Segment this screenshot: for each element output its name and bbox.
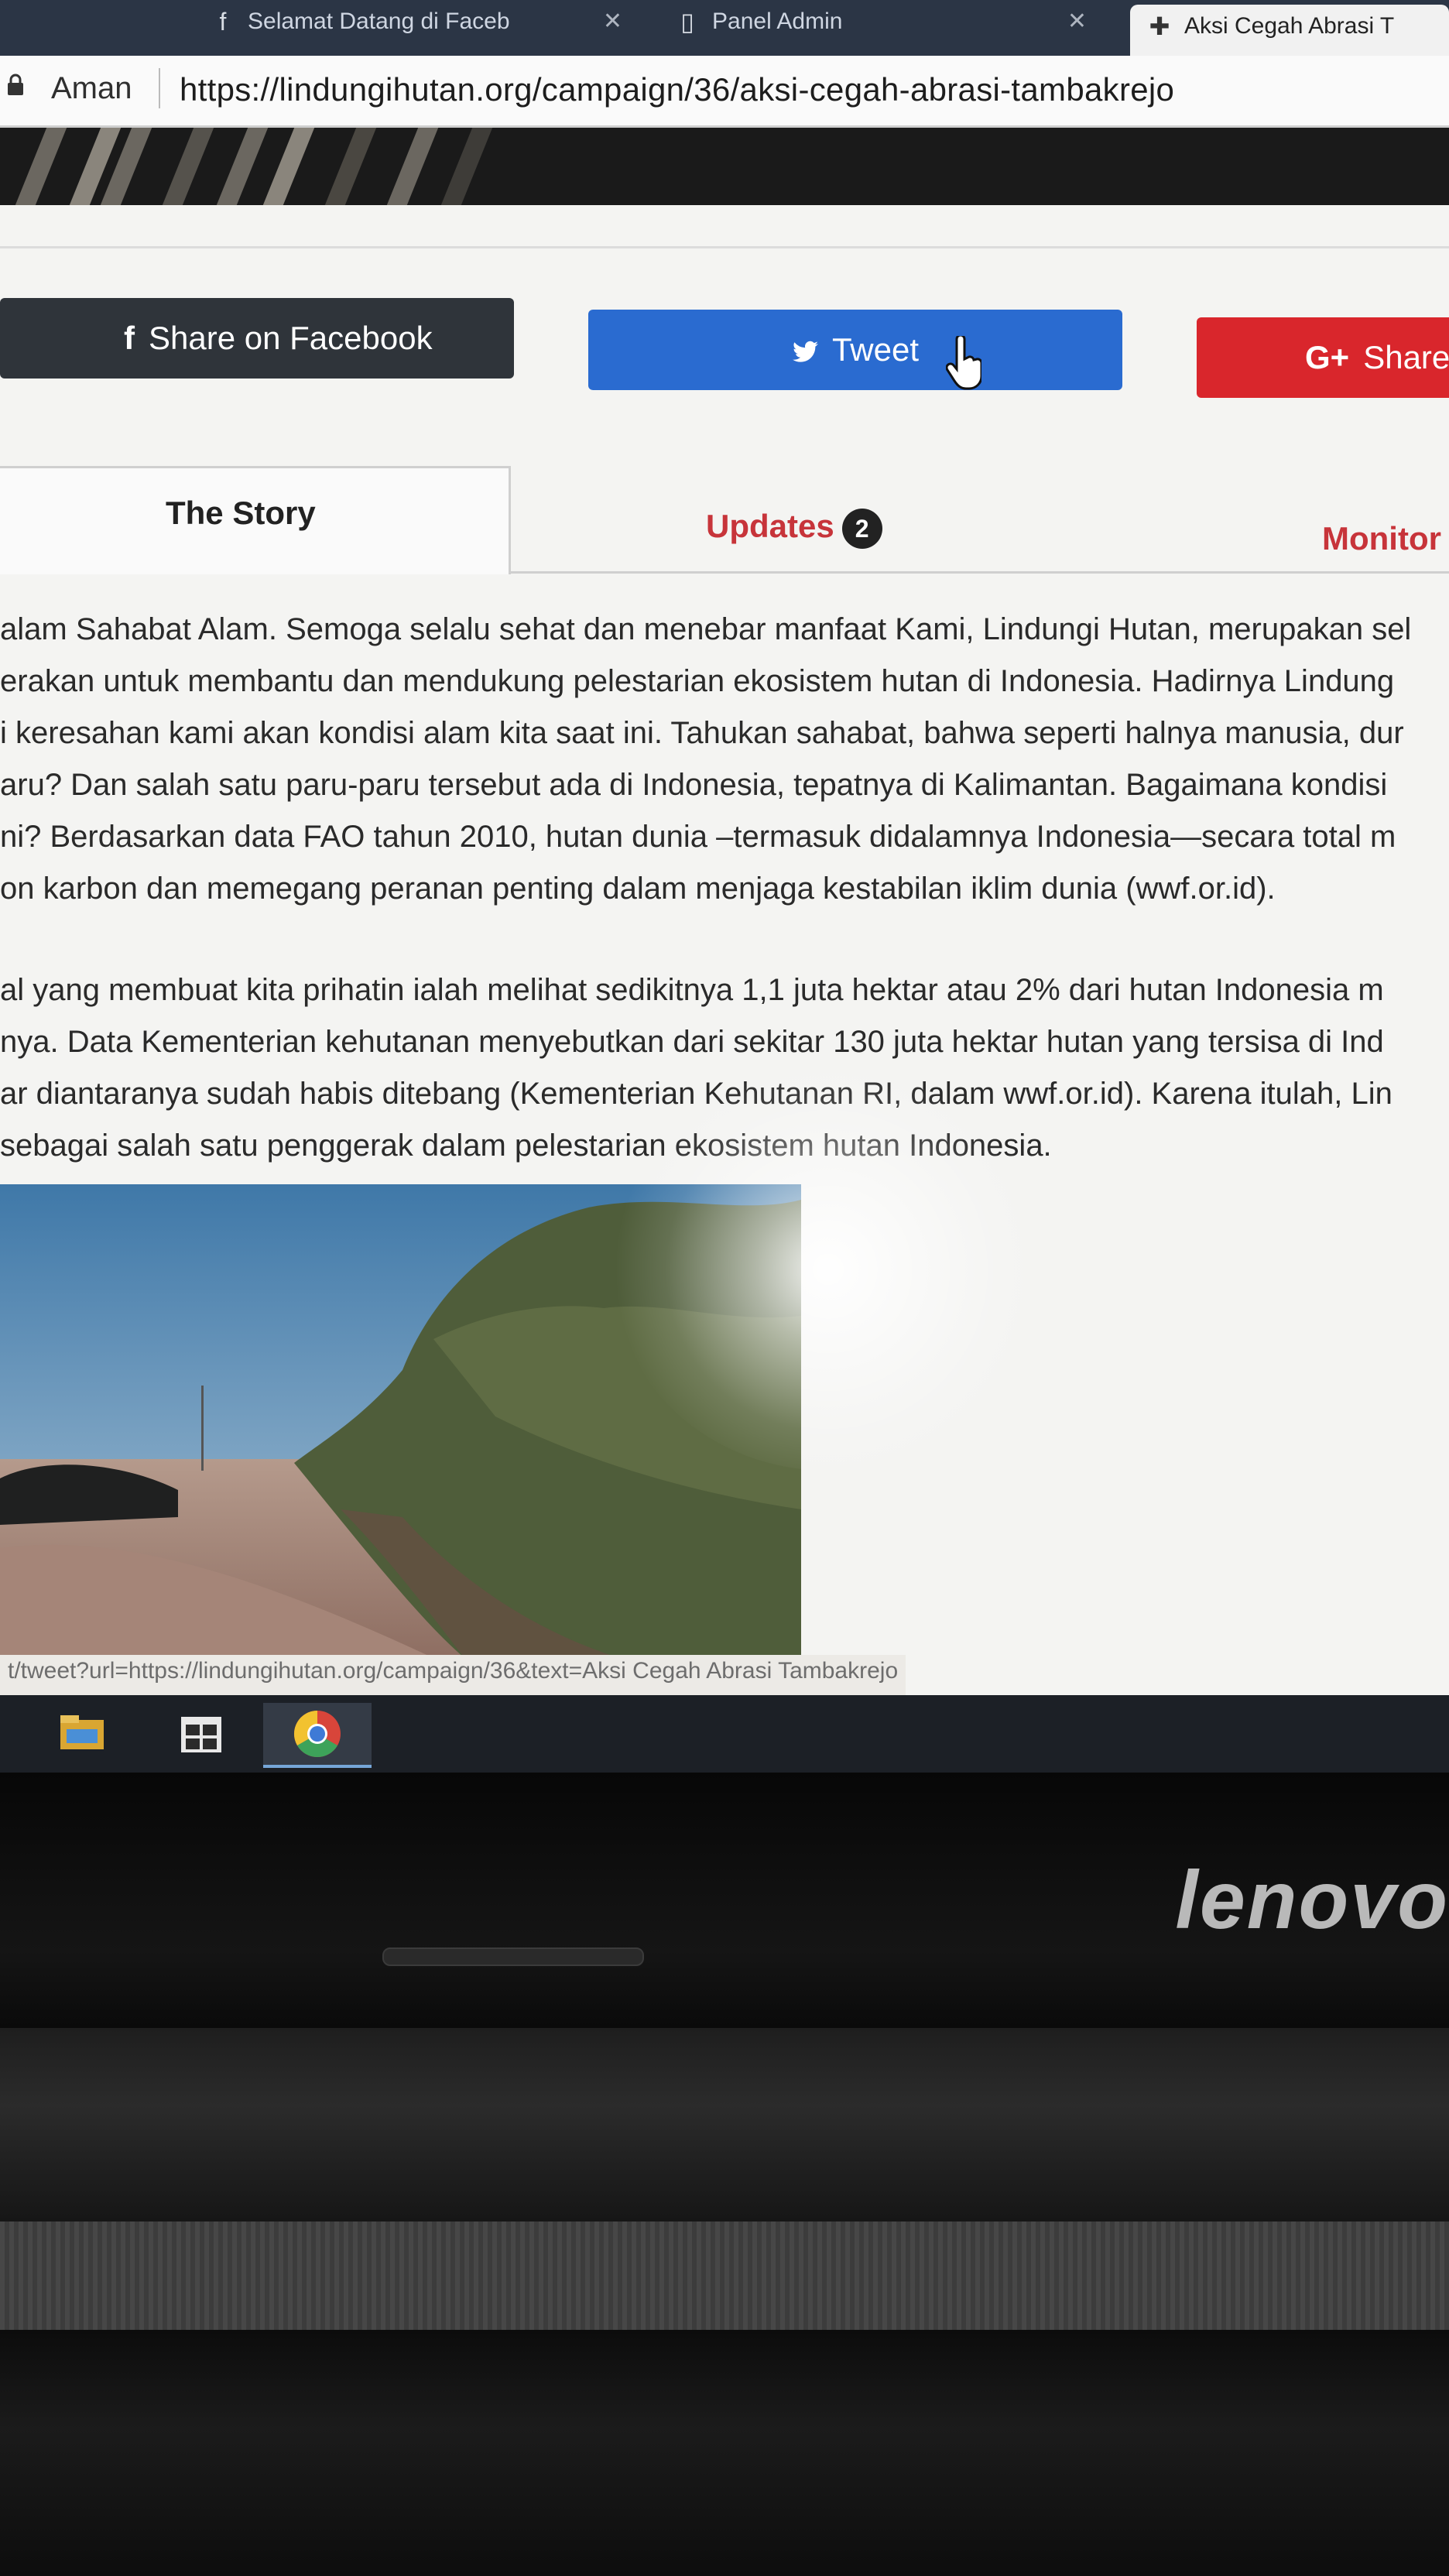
tab-monitor[interactable]: Monitor <box>1322 520 1441 557</box>
file-explorer-icon[interactable] <box>39 1703 132 1765</box>
laptop-vent-grille <box>0 2221 1449 2330</box>
address-bar[interactable]: Aman https://lindungihutan.org/campaign/… <box>0 56 1449 128</box>
chrome-icon[interactable] <box>263 1703 372 1768</box>
laptop-hinge <box>0 2028 1449 2221</box>
facebook-icon: f <box>219 8 227 36</box>
laptop-base <box>0 2330 1449 2576</box>
share-facebook-button[interactable]: f Share on Facebook <box>0 298 514 379</box>
address-separator <box>159 68 160 108</box>
text-line: alam Sahabat Alam. Semoga selalu sehat d… <box>0 612 1412 646</box>
tweet-button[interactable]: Tweet <box>588 310 1122 390</box>
laptop-screen: f Selamat Datang di Faceb ✕ ▯ Panel Admi… <box>0 0 1449 1749</box>
security-label: Aman <box>51 71 132 105</box>
header-banner-image <box>0 128 1449 205</box>
text-line: aru? Dan salah satu paru-paru tersebut a… <box>0 768 1388 802</box>
text-line: erakan untuk membantu dan mendukung pele… <box>0 664 1395 698</box>
windows-taskbar <box>0 1695 1449 1773</box>
text-line: i keresahan kami akan kondisi alam kita … <box>0 716 1404 750</box>
tab-the-story[interactable]: The Story <box>0 466 511 574</box>
share-google-plus-button[interactable]: G+ Share <box>1197 317 1449 398</box>
browser-tab-strip: f Selamat Datang di Faceb ✕ ▯ Panel Admi… <box>0 0 1449 56</box>
url-text[interactable]: https://lindungihutan.org/campaign/36/ak… <box>180 71 1174 108</box>
screen-glare <box>611 1068 1045 1471</box>
close-tab-icon[interactable]: ✕ <box>603 0 622 43</box>
text-line: nya. Data Kementerian kehutanan menyebut… <box>0 1025 1384 1059</box>
link-status-url: t/tweet?url=https://lindungihutan.org/ca… <box>0 1655 906 1700</box>
tab-updates[interactable]: Updates 2 <box>706 508 882 549</box>
windows-store-icon[interactable] <box>155 1703 248 1765</box>
facebook-icon: f <box>124 320 135 356</box>
text-line: al yang membuat kita prihatin ialah meli… <box>0 973 1384 1007</box>
text-line: on karbon dan memegang peranan penting d… <box>0 872 1276 906</box>
lock-icon <box>8 74 23 95</box>
tab-facebook[interactable]: f Selamat Datang di Faceb ✕ <box>194 0 642 51</box>
tab-aksi-cegah-abrasi[interactable]: ✚ Aksi Cegah Abrasi T <box>1130 5 1449 56</box>
text-line: ni? Berdasarkan data FAO tahun 2010, hut… <box>0 820 1396 854</box>
close-tab-icon[interactable]: ✕ <box>1067 0 1087 43</box>
bezel-slot <box>382 1947 644 1966</box>
hand-pointer-cursor-icon <box>946 336 981 390</box>
site-favicon-icon: ✚ <box>1149 12 1170 40</box>
google-plus-icon: G+ <box>1305 339 1350 375</box>
lenovo-logo: lenovo <box>1175 1855 1449 1946</box>
updates-count-badge: 2 <box>841 508 882 549</box>
story-paragraph-1: alam Sahabat Alam. Semoga selalu sehat d… <box>0 604 1449 915</box>
tab-panel-admin[interactable]: ▯ Panel Admin ✕ <box>658 0 1107 51</box>
twitter-bird-icon <box>792 341 818 362</box>
document-icon: ▯ <box>680 8 694 36</box>
divider <box>0 246 1449 248</box>
